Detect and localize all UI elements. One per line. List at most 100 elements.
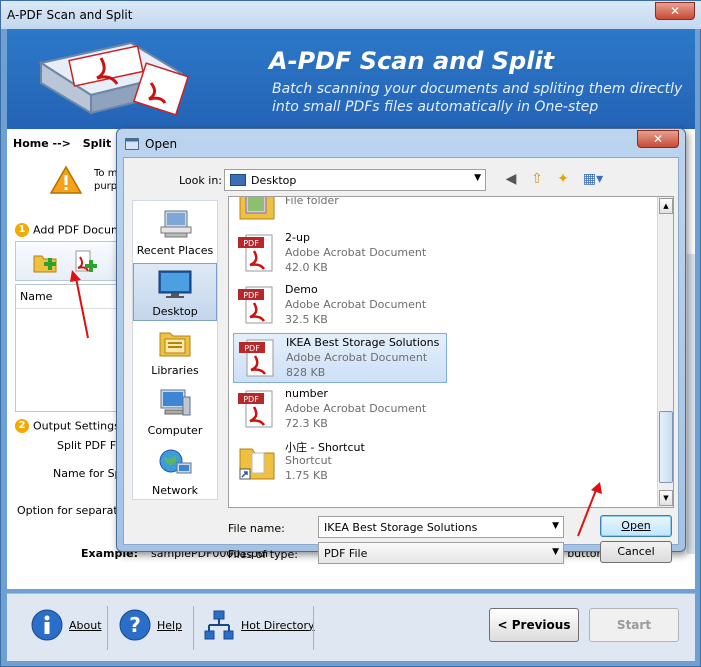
back-icon[interactable]: ◀	[502, 170, 520, 188]
file-item[interactable]: 小庄 - Shortcut Shortcut 1.75 KB	[233, 437, 447, 487]
step2-header: 2 Output Settings	[15, 419, 120, 433]
warning-text-line1: To m	[94, 168, 118, 179]
look-in-combo[interactable]: Desktop ▼	[224, 169, 486, 191]
previous-button[interactable]: < Previous	[489, 608, 579, 642]
desktop-icon	[230, 174, 246, 186]
scroll-thumb[interactable]	[659, 411, 673, 483]
file-type-select[interactable]: PDF File ▼	[318, 542, 564, 564]
place-label: Desktop	[152, 305, 198, 318]
file-name: Demo	[285, 283, 318, 296]
dialog-nav-toolbar: ◀ ⇧ ✦ ▦▾	[502, 170, 606, 188]
file-list-scrollbar[interactable]: ▲ ▼	[657, 197, 673, 507]
hot-directory-button[interactable]: Hot Directory	[203, 609, 315, 641]
file-item-selected[interactable]: PDF IKEA Best Storage Solutions Adobe Ac…	[233, 333, 447, 383]
dialog-body: Look in: Desktop ▼ ◀ ⇧ ✦ ▦▾ Recent Place…	[123, 157, 679, 564]
app-header: A-PDF Scan and Split Batch scanning your…	[7, 29, 695, 129]
file-item[interactable]: PDF number Adobe Acrobat Document 72.3 K…	[233, 385, 447, 435]
file-name-input[interactable]: IKEA Best Storage Solutions ▼	[318, 516, 564, 538]
place-libraries[interactable]: Libraries	[133, 323, 217, 381]
file-size: 32.5 KB	[285, 313, 328, 326]
app-tagline-line1: Batch scanning your documents and spliti…	[272, 81, 683, 97]
folder-shortcut-icon	[239, 448, 275, 480]
computer-icon	[160, 389, 191, 416]
new-folder-icon[interactable]: ✦	[554, 170, 572, 188]
file-type: Adobe Acrobat Document	[285, 298, 427, 311]
step1-label: Add PDF Docume	[33, 223, 129, 237]
look-in-label: Look in:	[179, 174, 222, 187]
scanner-logo-icon	[38, 41, 190, 116]
view-menu-icon[interactable]: ▦▾	[580, 170, 606, 188]
look-in-value: Desktop	[251, 174, 297, 187]
file-item[interactable]: PDF Demo Adobe Acrobat Document 32.5 KB	[233, 281, 447, 331]
place-recent-places[interactable]: Recent Places	[133, 203, 217, 261]
step2-label: Output Settings	[33, 419, 120, 433]
warning-text-line2: purp	[94, 181, 118, 192]
separator-option-label: Option for separator	[17, 504, 129, 517]
file-name-label: File name:	[228, 522, 285, 535]
content-scrollbar[interactable]	[687, 254, 695, 554]
chevron-down-icon[interactable]: ▼	[552, 547, 559, 557]
pdf-badge: PDF	[243, 395, 259, 404]
footer-separator	[107, 606, 108, 650]
file-item[interactable]: PDF 2-up Adobe Acrobat Document 42.0 KB	[233, 229, 447, 279]
folder-icon	[239, 197, 275, 220]
network-icon	[159, 449, 192, 474]
dialog-window-icon	[125, 138, 139, 150]
about-button[interactable]: About	[31, 609, 102, 641]
start-button[interactable]: Start	[589, 608, 679, 642]
file-type: File folder	[285, 196, 339, 207]
file-item[interactable]: 美纸 File folder	[233, 196, 447, 227]
file-type-label: Files of type:	[228, 548, 299, 561]
footer-separator	[313, 606, 314, 650]
add-folder-icon[interactable]	[32, 249, 58, 275]
help-button[interactable]: ? Help	[119, 609, 182, 641]
open-button[interactable]: Open	[600, 515, 672, 537]
file-name: IKEA Best Storage Solutions	[286, 336, 440, 349]
breadcrumb-current: Split	[82, 137, 112, 150]
file-type: Shortcut	[285, 454, 332, 467]
libraries-icon	[159, 332, 191, 357]
pdf-file-icon: PDF	[238, 390, 273, 428]
app-heading: A-PDF Scan and Split	[269, 47, 555, 75]
file-size: 1.75 KB	[285, 469, 328, 482]
desktop-icon	[158, 270, 192, 298]
file-name: 2-up	[285, 231, 310, 244]
file-type-value: PDF File	[324, 547, 368, 560]
scroll-up-icon[interactable]: ▲	[659, 198, 673, 214]
file-name: 小庄 - Shortcut	[285, 441, 365, 454]
dialog-title: Open	[145, 137, 178, 151]
app-footer: About ? Help Hot Directory < Previous St…	[7, 593, 695, 661]
app-title: A-PDF Scan and Split	[7, 8, 133, 22]
place-desktop[interactable]: Desktop	[133, 263, 217, 321]
scroll-down-icon[interactable]: ▼	[659, 490, 673, 506]
dialog-close-button[interactable]: ✕	[637, 130, 679, 148]
cancel-button[interactable]: Cancel	[600, 541, 672, 563]
add-pdf-icon[interactable]	[72, 249, 98, 275]
pdf-file-icon: PDF	[238, 234, 273, 272]
open-dialog: Open ✕ Look in: Desktop ▼ ◀ ⇧ ✦ ▦▾ Recen…	[116, 128, 686, 564]
info-icon	[31, 609, 63, 641]
file-list[interactable]: 美纸 File folder PDF 2-up Adobe Acrobat Do…	[228, 196, 674, 508]
place-label: Computer	[147, 424, 203, 437]
app-close-button[interactable]: ✕	[655, 2, 695, 20]
place-network[interactable]: Network	[133, 443, 217, 501]
file-size: 828 KB	[286, 366, 326, 379]
step1-number: 1	[15, 223, 29, 237]
name-column-header[interactable]: Name	[16, 285, 126, 309]
place-computer[interactable]: Computer	[133, 383, 217, 441]
document-list[interactable]: Name	[15, 284, 127, 412]
file-type: Adobe Acrobat Document	[285, 402, 427, 415]
file-type: Adobe Acrobat Document	[286, 351, 428, 364]
warning-text: To m purp	[94, 167, 117, 193]
pdf-badge: PDF	[243, 239, 259, 248]
footer-separator	[193, 606, 194, 650]
chevron-down-icon[interactable]: ▼	[552, 521, 559, 531]
places-bar: Recent Places Desktop Libraries Computer…	[132, 200, 218, 500]
pdf-file-icon: PDF	[238, 286, 273, 324]
svg-text:?: ?	[129, 613, 141, 637]
breadcrumb: Home --> Split	[13, 137, 119, 150]
help-label: Help	[157, 618, 183, 632]
app-titlebar: A-PDF Scan and Split ✕	[1, 1, 701, 29]
up-folder-icon[interactable]: ⇧	[528, 170, 546, 188]
breadcrumb-home[interactable]: Home -->	[13, 137, 71, 150]
